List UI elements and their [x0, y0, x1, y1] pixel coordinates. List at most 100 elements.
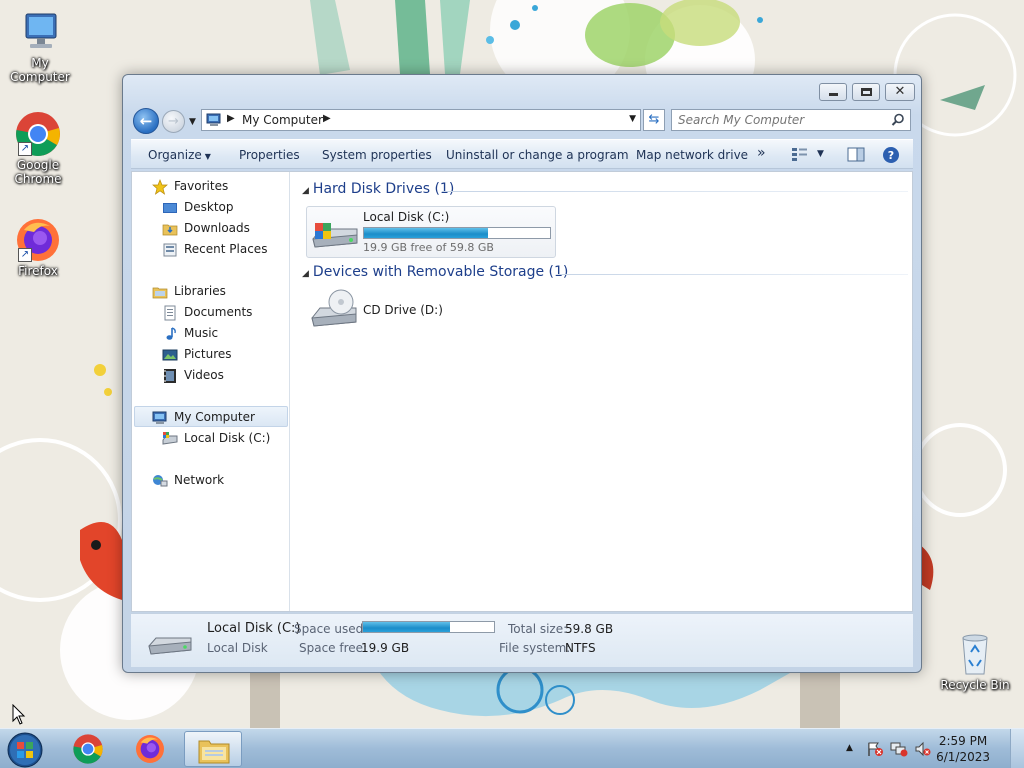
clock-time: 2:59 PM [938, 734, 988, 748]
organize-menu[interactable]: Organize ▼ [148, 148, 211, 162]
collapse-triangle-icon[interactable]: ◢ [302, 186, 309, 196]
breadcrumb-separator-icon[interactable]: ▶ [227, 113, 235, 124]
group-divider [442, 191, 908, 192]
system-properties-button[interactable]: System properties [322, 148, 432, 162]
nav-label: Desktop [184, 200, 234, 214]
organize-label: Organize [148, 148, 202, 162]
refresh-button[interactable]: ⇆ [643, 109, 665, 131]
nav-item-music[interactable]: Music [162, 323, 282, 344]
file-system-value: NTFS [565, 641, 596, 655]
close-button[interactable]: ✕ [885, 83, 915, 101]
taskbar-explorer[interactable] [184, 731, 242, 767]
nav-item-pictures[interactable]: Pictures [162, 344, 282, 365]
nav-item-documents[interactable]: Documents [162, 302, 282, 323]
desktop-icon-recycle-bin[interactable]: Recycle Bin [935, 630, 1015, 692]
volume-muted-icon[interactable] [914, 741, 932, 757]
nav-item-local-disk-c[interactable]: Local Disk (C:) [162, 428, 282, 449]
space-free-value: 19.9 GB [361, 641, 410, 655]
group-divider [558, 274, 908, 275]
desktop-icon-label: Recycle Bin [940, 678, 1010, 692]
nav-item-my-computer[interactable]: My Computer [134, 406, 288, 427]
preview-pane-icon [847, 147, 865, 162]
nav-item-videos[interactable]: Videos [162, 365, 282, 386]
nav-item-network[interactable]: Network [152, 470, 282, 491]
recent-pages-dropdown[interactable]: ▼ [189, 117, 196, 127]
taskbar-chrome[interactable] [60, 731, 118, 767]
details-pane: Local Disk (C:) Local Disk Space used: S… [131, 613, 913, 667]
search-icon[interactable] [891, 113, 905, 130]
nav-label: Favorites [174, 179, 229, 193]
group-header-removable-storage[interactable]: ◢ Devices with Removable Storage (1) [302, 264, 568, 284]
recent-places-icon [162, 242, 178, 258]
minimize-button[interactable] [819, 83, 847, 101]
action-center-flag-icon[interactable] [866, 741, 884, 757]
nav-item-desktop[interactable]: Desktop [162, 197, 282, 218]
chrome-icon: ↗ [14, 110, 62, 158]
hard-drive-icon [162, 431, 178, 447]
collapse-triangle-icon[interactable]: ◢ [302, 269, 309, 279]
help-button[interactable]: ? [882, 146, 900, 167]
back-arrow-icon: ← [139, 112, 153, 130]
nav-label: Music [184, 326, 219, 340]
preview-pane-button[interactable] [847, 147, 865, 165]
address-row: ← → ▼ ▶ My Computer ▶ ▼ ⇆ [131, 107, 913, 135]
hard-drive-icon [312, 223, 358, 248]
group-label: Hard Disk Drives (1) [312, 181, 455, 197]
desktop-icon-label: Google Chrome [14, 158, 62, 186]
total-size-label: Total size: [508, 622, 568, 636]
computer-icon [206, 113, 222, 130]
desktop-icon-firefox[interactable]: ↗ Firefox [0, 216, 78, 278]
change-view-button[interactable] [791, 147, 809, 164]
desktop-icon-my-computer[interactable]: My Computer [0, 8, 80, 84]
firefox-icon: ↗ [14, 216, 62, 264]
nav-label: Downloads [184, 221, 250, 235]
nav-label: Local Disk (C:) [184, 431, 271, 445]
start-button[interactable] [4, 731, 50, 768]
nav-item-recent-places[interactable]: Recent Places [162, 239, 282, 260]
map-network-drive-button[interactable]: Map network drive [636, 148, 748, 162]
star-icon [152, 179, 168, 195]
address-bar[interactable]: ▶ My Computer ▶ ▼ [201, 109, 641, 131]
maximize-button[interactable] [852, 83, 880, 101]
nav-item-favorites[interactable]: Favorites [152, 176, 282, 197]
nav-label: Recent Places [184, 242, 268, 256]
more-commands-button[interactable]: » [757, 145, 766, 161]
libraries-icon [152, 284, 168, 300]
chevron-down-icon: ▼ [204, 152, 211, 161]
back-button[interactable]: ← [133, 108, 159, 134]
firefox-icon [136, 735, 164, 763]
desktop-icon-chrome[interactable]: ↗ Google Chrome [0, 110, 78, 186]
space-used-label: Space used: [294, 622, 368, 636]
search-box[interactable] [671, 109, 911, 131]
forward-button[interactable]: → [162, 110, 185, 133]
nav-label: Pictures [184, 347, 232, 361]
view-options-dropdown[interactable]: ▼ [817, 149, 824, 159]
drive-tile-cd-drive-d[interactable]: CD Drive (D:) [306, 286, 456, 336]
windows-logo-icon [7, 732, 43, 768]
address-dropdown-icon[interactable]: ▼ [629, 114, 636, 124]
search-input[interactable] [678, 110, 888, 130]
documents-icon [162, 305, 178, 321]
show-hidden-icons-button[interactable]: ▲ [846, 743, 853, 753]
drive-free-space: 19.9 GB free of 59.8 GB [363, 241, 494, 254]
uninstall-program-button[interactable]: Uninstall or change a program [446, 148, 629, 162]
svg-text:?: ? [888, 149, 894, 162]
show-desktop-button[interactable] [1010, 729, 1024, 768]
breadcrumb-my-computer[interactable]: My Computer [242, 113, 323, 127]
help-icon: ? [883, 147, 899, 163]
chrome-icon [73, 734, 103, 764]
desktop-icon [162, 200, 178, 216]
group-header-hard-disk-drives[interactable]: ◢ Hard Disk Drives (1) [302, 181, 454, 201]
computer-icon [152, 410, 168, 426]
breadcrumb-separator-icon[interactable]: ▶ [323, 113, 331, 124]
properties-button[interactable]: Properties [239, 148, 300, 162]
nav-item-downloads[interactable]: Downloads [162, 218, 282, 239]
taskbar-firefox[interactable] [122, 731, 180, 767]
nav-item-libraries[interactable]: Libraries [152, 281, 282, 302]
desktop-icon-label: My Computer [10, 56, 70, 84]
pictures-icon [162, 347, 178, 363]
drive-usage-fill [364, 228, 489, 238]
drive-tile-local-disk-c[interactable]: Local Disk (C:) 19.9 GB free of 59.8 GB [306, 206, 556, 258]
network-status-icon[interactable] [890, 741, 908, 757]
clock[interactable]: 2:59 PM 6/1/2023 [936, 733, 990, 765]
